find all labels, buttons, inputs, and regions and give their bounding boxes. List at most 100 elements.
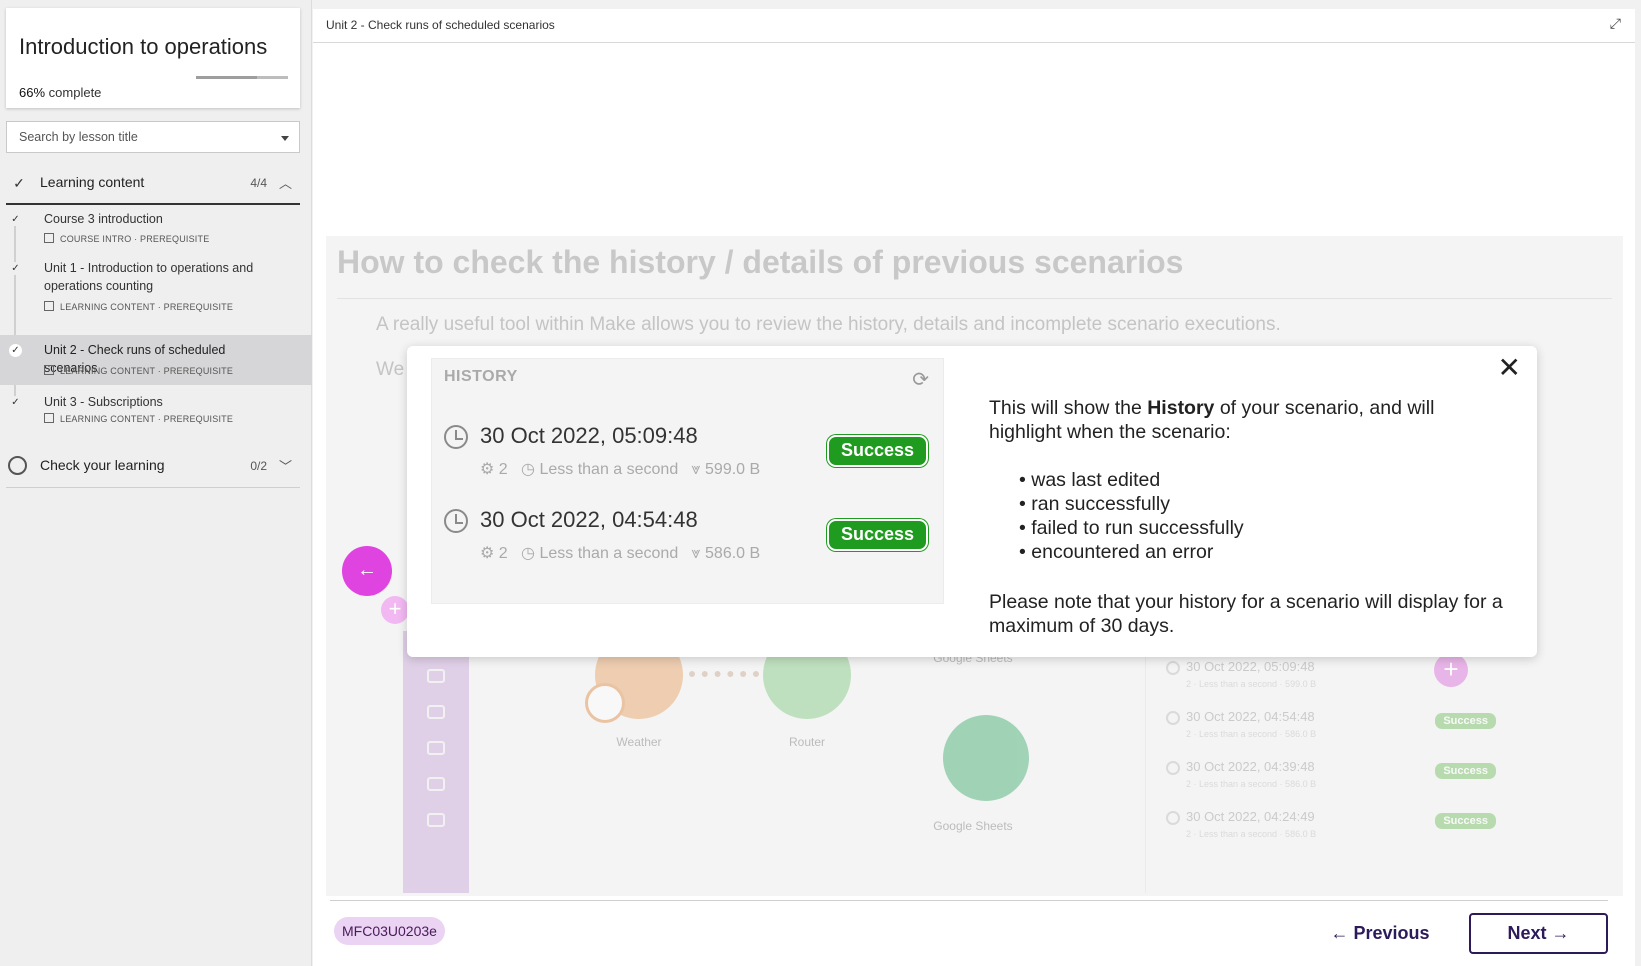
document-icon xyxy=(44,233,54,243)
section-check-your-learning[interactable]: Check your learning 0/2 ﹀ xyxy=(6,442,300,488)
course-title: Introduction to operations xyxy=(19,34,268,59)
document-icon xyxy=(44,365,54,375)
dropdown-caret-icon xyxy=(281,136,289,141)
lesson-title: Unit 3 - Subscriptions xyxy=(44,395,163,409)
run-time: 30 Oct 2022, 05:09:48 xyxy=(480,423,698,448)
lesson-item-course-intro[interactable]: ✓ Course 3 introduction COURSE INTRO · P… xyxy=(0,210,312,248)
refresh-icon: ⟳ xyxy=(912,369,929,391)
lesson-title: Course 3 introduction xyxy=(44,212,163,226)
history-sub: 2 · Less than a second · 599.0 B xyxy=(1186,679,1317,689)
run-time: 30 Oct 2022, 04:54:48 xyxy=(480,507,698,532)
run-duration: Less than a second xyxy=(539,545,679,562)
clock-icon xyxy=(585,683,625,723)
section-label: Learning content xyxy=(40,174,145,190)
unit-label: Unit 2 - Check runs of scheduled scenari… xyxy=(326,18,555,32)
bullet-item: encountered an error xyxy=(1019,540,1244,564)
modal-note: Please note that your history for a scen… xyxy=(989,591,1503,637)
scenario-diagram: Weather Router Google Sheets Google Shee… xyxy=(403,631,1536,893)
empty-circle-icon xyxy=(8,456,27,475)
lesson-topbar: Unit 2 - Check runs of scheduled scenari… xyxy=(313,9,1635,43)
check-icon: ✓ xyxy=(13,175,25,191)
connector xyxy=(689,671,759,677)
lesson-meta-text: LEARNING CONTENT · PREREQUISITE xyxy=(60,302,234,312)
lesson-meta: LEARNING CONTENT · PREREQUISITE xyxy=(44,413,233,424)
history-run: 30 Oct 2022, 04:54:48 ⚙ 2 ◷ Less than a … xyxy=(442,505,932,575)
lesson-meta: LEARNING CONTENT · PREREQUISITE xyxy=(44,365,233,376)
add-module-icon: + xyxy=(1434,653,1468,687)
chevron-down-icon[interactable]: ﹀ xyxy=(279,456,292,475)
section-count: 4/4 xyxy=(250,176,267,190)
clock-icon xyxy=(444,509,468,533)
lesson-heading: How to check the history / details of pr… xyxy=(337,244,1184,280)
lesson-item-unit-2-active[interactable]: ✓ Unit 2 - Check runs of scheduled scena… xyxy=(0,335,312,385)
lesson-meta-text: LEARNING CONTENT · PREREQUISITE xyxy=(60,414,234,424)
lesson-search-select[interactable]: Search by lesson title xyxy=(6,121,300,153)
back-arrow-button[interactable]: ← xyxy=(342,546,392,596)
history-time: 30 Oct 2022, 05:09:48 xyxy=(1186,659,1315,674)
history-time: 30 Oct 2022, 04:24:49 xyxy=(1186,809,1315,824)
run-details: ⚙ 2 ◷ Less than a second ⩔ 586.0 B xyxy=(480,545,761,562)
lesson-meta: COURSE INTRO · PREREQUISITE xyxy=(44,233,209,244)
clock-icon xyxy=(1166,811,1180,825)
run-size: 586.0 B xyxy=(705,545,761,562)
lesson-title: Unit 1 - Introduction to operations and … xyxy=(44,261,254,293)
document-icon xyxy=(44,413,54,423)
history-row: 30 Oct 2022, 04:54:48 2 · Less than a se… xyxy=(1166,709,1496,753)
lesson-item-unit-1[interactable]: ✓ Unit 1 - Introduction to operations an… xyxy=(0,259,312,312)
status-badge: Success xyxy=(826,435,928,467)
course-card: Introduction to operations 66% complete xyxy=(6,8,300,108)
history-sub: 2 · Less than a second · 586.0 B xyxy=(1186,829,1317,839)
run-ops: 2 xyxy=(498,461,508,478)
modal-description: This will show the History of your scena… xyxy=(989,396,1509,444)
progress-suffix: complete xyxy=(48,85,102,100)
lesson-meta-text: COURSE INTRO · PREREQUISITE xyxy=(60,234,210,244)
close-icon[interactable]: ✕ xyxy=(1498,354,1521,382)
bullet-item: ran successfully xyxy=(1019,492,1244,516)
fullscreen-icon[interactable]: ⤢ xyxy=(1610,15,1621,32)
scenario-toolbar xyxy=(403,631,469,893)
course-progress-fill xyxy=(196,76,257,79)
desc-text: This will show the xyxy=(989,397,1148,419)
google-sheets-node xyxy=(943,715,1029,801)
desc-emphasis: History xyxy=(1147,397,1215,419)
hotspot-modal: ✕ HISTORY ⟳ 30 Oct 2022, 05:09:48 ⚙ 2 ◷ … xyxy=(407,346,1537,657)
bullet-item: was last edited xyxy=(1019,468,1244,492)
status-badge: Success xyxy=(1435,713,1496,729)
lesson-meta-text: LEARNING CONTENT · PREREQUISITE xyxy=(60,366,234,376)
progress-percent: 66% xyxy=(19,85,46,100)
node-label: Router xyxy=(788,735,826,749)
check-icon: ✓ xyxy=(9,262,22,275)
clock-icon xyxy=(1166,761,1180,775)
history-sub: 2 · Less than a second · 586.0 B xyxy=(1186,729,1317,739)
course-sidebar: Introduction to operations 66% complete … xyxy=(0,0,312,966)
lesson-text-partial: We xyxy=(376,359,405,380)
divider xyxy=(337,298,1612,299)
next-button[interactable]: Next → xyxy=(1469,913,1608,954)
clock-icon xyxy=(1166,711,1180,725)
document-icon xyxy=(44,301,54,311)
chevron-up-icon[interactable]: ︿ xyxy=(279,173,292,192)
section-label: Check your learning xyxy=(40,457,165,473)
status-badge: Success xyxy=(1435,763,1496,779)
lesson-item-unit-3[interactable]: ✓ Unit 3 - Subscriptions LEARNING CONTEN… xyxy=(0,393,312,431)
clock-icon xyxy=(1166,661,1180,675)
lesson-intro: A really useful tool within Make allows … xyxy=(376,314,1281,335)
lesson-code-chip: MFC03U0203e xyxy=(334,917,445,945)
lesson-search-placeholder: Search by lesson title xyxy=(19,130,138,144)
node-label: Google Sheets xyxy=(933,819,1013,833)
status-badge: Success xyxy=(1435,813,1496,829)
history-row: 30 Oct 2022, 04:39:48 2 · Less than a se… xyxy=(1166,759,1496,803)
device-icon xyxy=(427,777,445,791)
previous-button[interactable]: ← Previous xyxy=(1320,913,1440,953)
status-badge: Success xyxy=(826,519,928,551)
globe-icon xyxy=(427,705,445,719)
history-row: 30 Oct 2022, 04:24:49 2 · Less than a se… xyxy=(1166,809,1496,853)
history-time: 30 Oct 2022, 04:54:48 xyxy=(1186,709,1315,724)
bullet-item: failed to run successfully xyxy=(1019,516,1243,540)
section-learning-content[interactable]: ✓ Learning content 4/4 ︿ xyxy=(6,159,300,205)
course-progress-bar xyxy=(196,76,288,79)
node-label: Weather xyxy=(616,735,662,749)
history-title: HISTORY xyxy=(444,368,518,385)
add-module-icon: + xyxy=(381,596,409,624)
history-run: 30 Oct 2022, 05:09:48 ⚙ 2 ◷ Less than a … xyxy=(442,421,932,491)
